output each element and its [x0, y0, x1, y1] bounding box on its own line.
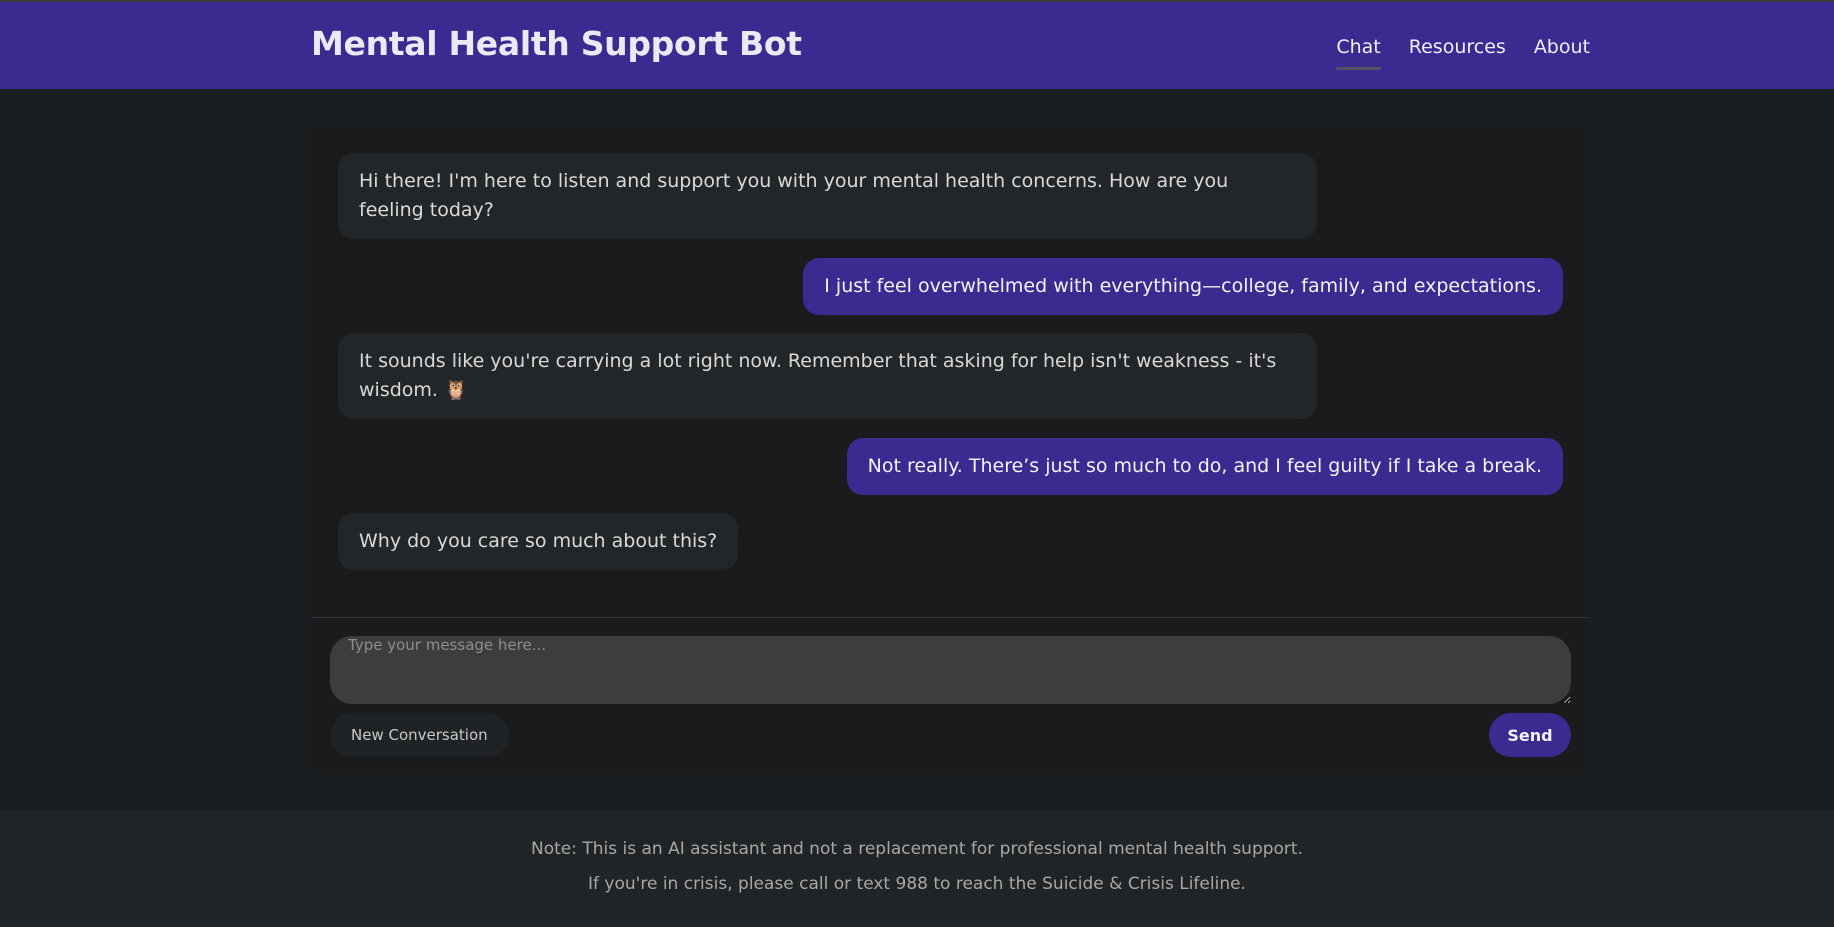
message-input[interactable] [330, 636, 1571, 704]
bot-message: Why do you care so much about this? [338, 513, 739, 570]
app-title: Mental Health Support Bot [311, 24, 802, 63]
message-list: Hi there! I'm here to listen and support… [311, 127, 1590, 618]
chat-panel: Hi there! I'm here to listen and support… [311, 127, 1590, 772]
bot-message: Hi there! I'm here to listen and support… [338, 153, 1317, 239]
user-message: I just feel overwhelmed with everything—… [803, 258, 1563, 315]
user-message: Not really. There’s just so much to do, … [846, 438, 1563, 495]
bot-message: It sounds like you're carrying a lot rig… [338, 333, 1317, 419]
nav-resources[interactable]: Resources [1409, 36, 1506, 70]
footer: Note: This is an AI assistant and not a … [0, 811, 1834, 927]
disclaimer-note: Note: This is an AI assistant and not a … [531, 839, 1303, 859]
app-header: Mental Health Support Bot Chat Resources… [0, 2, 1834, 89]
composer-divider [311, 617, 1590, 618]
send-button[interactable]: Send [1489, 713, 1571, 757]
crisis-lifeline-note: If you're in crisis, please call or text… [588, 874, 1246, 894]
new-conversation-button[interactable]: New Conversation [330, 713, 509, 757]
main-nav: Chat Resources About [1336, 36, 1590, 70]
nav-chat[interactable]: Chat [1336, 36, 1382, 70]
nav-about[interactable]: About [1534, 36, 1590, 70]
